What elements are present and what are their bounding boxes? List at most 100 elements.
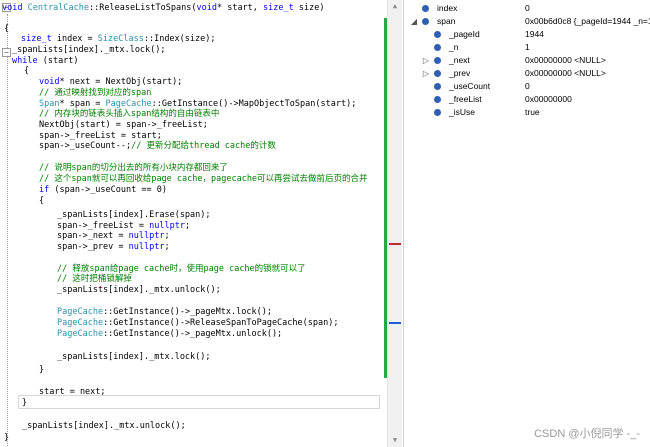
scrollbar-caret-marker [389,322,401,324]
code-comment: // 释放span给page cache时，使用page cache的锁就可以了 [57,264,306,274]
scroll-up-icon[interactable]: ▲ [388,2,402,10]
code-text: (span->_useCount == 0) [49,185,167,195]
code-keyword: if [39,185,50,195]
code-keyword: size_t [21,34,52,44]
code-text: ::GetInstance()->_pageMtx.unlock(); [103,329,283,339]
expand-arrow-icon[interactable]: ▷ [422,67,430,80]
code-type: PageCache [57,329,104,339]
watch-variable-value: 1 [525,42,530,52]
code-line: { [24,66,29,77]
code-line: span->_next = nullptr; [57,231,170,242]
code-keyword: void [39,77,60,87]
watermark: CSDN @小倪同学 -_- [534,428,640,440]
code-line: start = next; [39,387,106,398]
code-keyword: while [12,56,38,66]
watch-variable-value: 0 [525,81,530,91]
watch-window[interactable]: index 0 ◢ span 0x00b6d0c8 {_pageId=1944 _n=1… [403,0,650,447]
code-text: ::ReleaseListToSpans( [89,3,197,13]
code-keyword: nullptr [128,242,165,252]
expand-arrow-icon[interactable]: ◢ [410,15,418,28]
code-line: _spanLists[index]._mtx.lock(); [57,352,211,363]
code-line: { [4,24,9,35]
code-comment: // 更新分配给thread cache的计数 [131,141,276,151]
code-text: } [22,398,28,408]
code-text: } [39,365,45,375]
code-text: ::Index(size); [143,34,216,44]
watch-row-useCount[interactable]: _useCount 0 [404,80,650,93]
watch-row-isUse[interactable]: _isUse true [404,106,650,119]
code-keyword: nullptr [128,231,165,241]
code-text: * next = NextObj(start); [59,77,183,87]
scroll-down-icon[interactable]: ▼ [388,436,402,444]
code-line: } [39,365,44,376]
code-line: PageCache::GetInstance()->_pageMtx.unloc… [57,329,282,340]
variable-icon [434,83,441,90]
variable-icon [422,5,429,12]
code-line: if (span->_useCount == 0) [39,185,167,196]
watch-row-index[interactable]: index 0 [404,2,650,15]
code-line: _spanLists[index]._mtx.unlock(); [22,421,186,432]
watch-row-freeList[interactable]: _freeList 0x00000000 [404,93,650,106]
code-text: * start, [216,3,264,13]
watch-variable-name: _prev [449,68,471,78]
code-text: * span = [59,99,106,109]
watch-variable-name: index [437,3,458,13]
variable-icon [434,109,441,116]
watch-variable-name: _n [449,42,459,52]
code-text: ::GetInstance()->MapObjectToSpan(start); [151,99,357,109]
code-text: ; [164,242,170,252]
code-line: // 内存块的链表头插入span结构的自由链表中 [39,109,219,120]
code-text: _spanLists[index]._mtx.unlock(); [57,285,221,295]
code-line: PageCache::GetInstance()->ReleaseSpanToP… [57,318,338,329]
code-type: Span [39,99,60,109]
code-text: NextObj(start) = span->_freeList; [39,120,208,130]
code-text: index = [51,34,98,44]
code-text: ::GetInstance()->ReleaseSpanToPageCache(… [103,318,339,328]
editor-vertical-scrollbar[interactable]: ▲ ▼ [387,0,402,447]
code-line: while (start) [12,56,79,67]
code-text: { [24,66,30,76]
expand-arrow-icon[interactable]: ▷ [422,54,430,67]
variable-icon [434,96,441,103]
watch-variable-value: true [525,107,540,117]
code-line: _spanLists[index].Erase(span); [57,210,211,221]
code-line: span->_prev = nullptr; [57,242,170,253]
code-keyword: void [196,3,217,13]
code-line: // 通过映射找到对应的span [39,88,151,99]
code-text: span->_freeList = start; [39,131,162,141]
code-line: } [22,398,27,409]
code-line: span->_useCount--;// 更新分配给thread cache的计… [39,141,276,152]
fold-toggle-while[interactable]: − [2,48,11,57]
variable-icon [434,57,441,64]
code-line: // 这时把桶锁解掉 [57,274,132,285]
watch-variable-value: 0x00000000 [525,94,572,104]
code-text: span->_next = [57,231,129,241]
code-type: SizeClass [97,34,144,44]
watch-row-prev[interactable]: ▷ _prev 0x00000000 <NULL> [404,67,650,80]
code-editor[interactable]: − − void CentralCache::ReleaseListToSpan… [0,0,380,447]
variable-icon [434,44,441,51]
code-line: NextObj(start) = span->_freeList; [39,120,208,131]
code-text: _spanLists[index]._mtx.unlock(); [22,421,186,431]
watch-variable-name: span [437,16,456,26]
watch-variable-value: 0x00b6d0c8 {_pageId=1944 _n=1 ... [525,16,650,26]
watch-row-next[interactable]: ▷ _next 0x00000000 <NULL> [404,54,650,67]
code-text: ::GetInstance()->_pageMtx.lock(); [103,307,272,317]
code-line: _spanLists[index]._mtx.unlock(); [57,285,221,296]
code-text: } [4,433,10,443]
fold-guide [7,14,8,446]
code-keyword: void [2,3,28,13]
watch-row-pageId[interactable]: _pageId 1944 [404,28,650,41]
code-text: span->_useCount--; [39,141,132,151]
watch-row-span[interactable]: ◢ span 0x00b6d0c8 {_pageId=1944 _n=1 ... [404,15,650,28]
code-comment: // 通过映射找到对应的span [39,88,152,98]
watch-variable-name: _useCount [449,81,491,91]
code-comment: // 这个span就可以再回收给page cache，pagecache可以再尝… [39,174,368,184]
code-text: size) [293,3,325,13]
code-comment: // 说明span的切分出去的所有小块内存都回来了 [39,163,228,173]
code-line: _spanLists[index]._mtx.lock(); [12,45,166,56]
watch-variable-value: 1944 [525,29,544,39]
code-line: { [39,196,44,207]
code-line: size_t index = SizeClass::Index(size); [21,34,216,45]
watch-row-n[interactable]: _n 1 [404,41,650,54]
